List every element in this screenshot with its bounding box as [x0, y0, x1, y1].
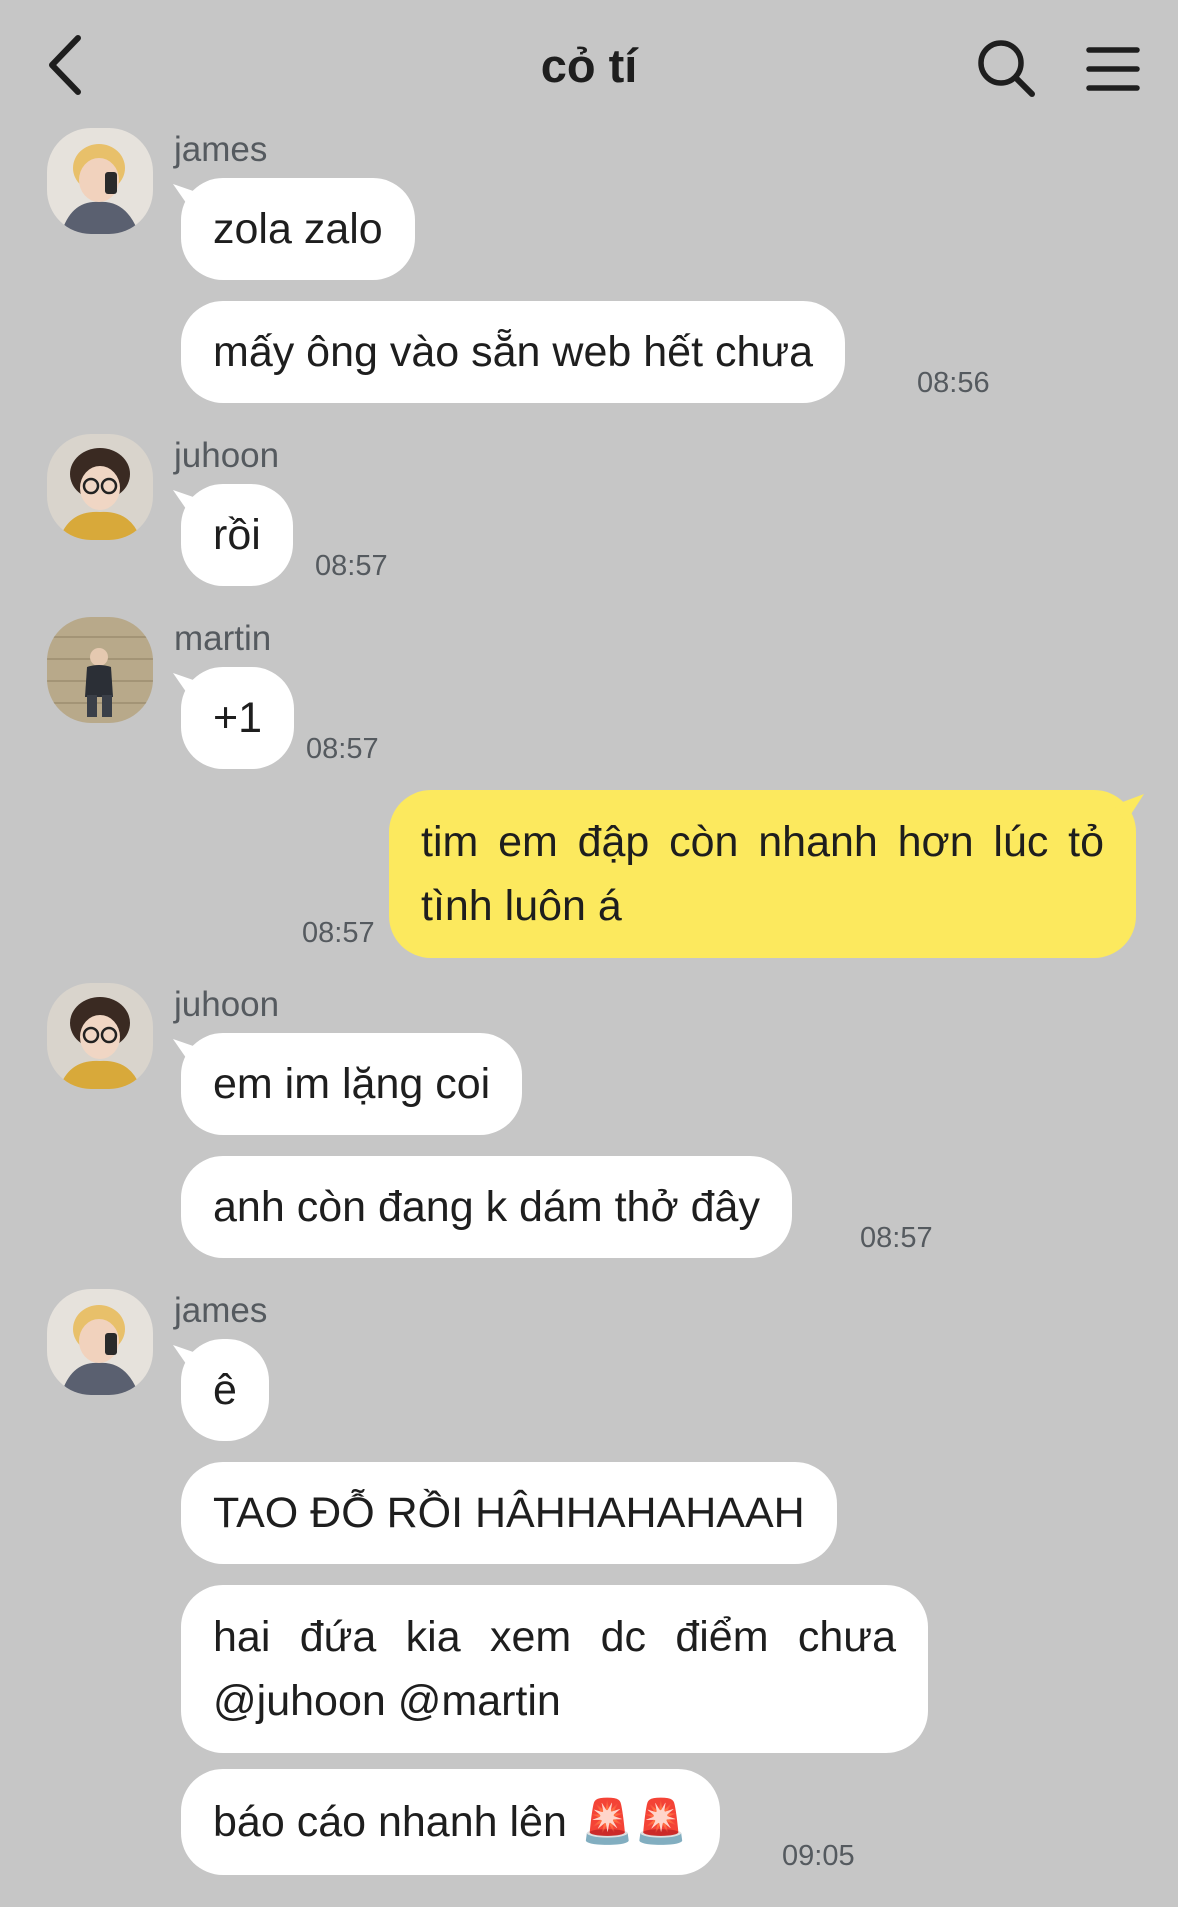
message-bubble[interactable]: +1: [181, 667, 295, 769]
avatar-juhoon[interactable]: [47, 434, 153, 540]
message-text: em im lặng coi: [213, 1060, 491, 1108]
avatar-james[interactable]: [47, 1289, 153, 1395]
sender-name: juhoon: [174, 436, 280, 475]
message-time: 08:56: [917, 367, 990, 399]
hamburger-menu-icon[interactable]: [1085, 44, 1141, 94]
message-text: hai đứa kia xem dc điểm chưa @juhoon @ma…: [213, 1613, 896, 1725]
message-time: 08:57: [306, 733, 379, 765]
message-bubble[interactable]: TAO ĐỖ RỒI HÂHHAHAHAAH: [181, 1462, 837, 1564]
message-bubble[interactable]: ê: [181, 1339, 269, 1441]
message-text: anh còn đang k dám thở đây: [213, 1183, 760, 1231]
message-time: 08:57: [302, 917, 375, 949]
message-time: 08:57: [315, 550, 388, 582]
chat-header: cỏ tí: [0, 0, 1178, 130]
own-message-bubble[interactable]: tim em đập còn nhanh hơn lúc tỏ tình luô…: [389, 790, 1136, 958]
message-text: +1: [213, 694, 263, 742]
avatar-juhoon[interactable]: [47, 983, 153, 1089]
search-icon[interactable]: [976, 38, 1036, 98]
avatar-james[interactable]: [47, 128, 153, 234]
message-bubble[interactable]: hai đứa kia xem dc điểm chưa @juhoon @ma…: [181, 1585, 928, 1753]
message-time: 09:05: [782, 1840, 855, 1872]
avatar-martin[interactable]: [47, 617, 153, 723]
message-time: 08:57: [860, 1222, 933, 1254]
message-bubble[interactable]: báo cáo nhanh lên 🚨🚨: [181, 1769, 720, 1875]
message-text: TAO ĐỖ RỒI HÂHHAHAHAAH: [213, 1489, 805, 1537]
message-text: rồi: [213, 511, 261, 559]
message-bubble[interactable]: mấy ông vào sẵn web hết chưa: [181, 301, 846, 403]
message-bubble[interactable]: em im lặng coi: [181, 1033, 523, 1135]
sender-name: james: [174, 1291, 268, 1330]
message-text: ê: [213, 1366, 237, 1414]
message-text: mấy ông vào sẵn web hết chưa: [213, 328, 814, 376]
message-bubble[interactable]: anh còn đang k dám thở đây: [181, 1156, 792, 1258]
message-text: zola zalo: [213, 205, 383, 253]
message-text: tim em đập còn nhanh hơn lúc tỏ tình luô…: [421, 818, 1104, 930]
sender-name: juhoon: [174, 985, 280, 1024]
sender-name: james: [174, 130, 268, 169]
emoji: 🚨🚨: [580, 1798, 688, 1846]
message-bubble[interactable]: rồi: [181, 484, 293, 586]
sender-name: martin: [174, 619, 272, 658]
message-text: báo cáo nhanh lên: [213, 1798, 567, 1846]
message-bubble[interactable]: zola zalo: [181, 178, 415, 280]
